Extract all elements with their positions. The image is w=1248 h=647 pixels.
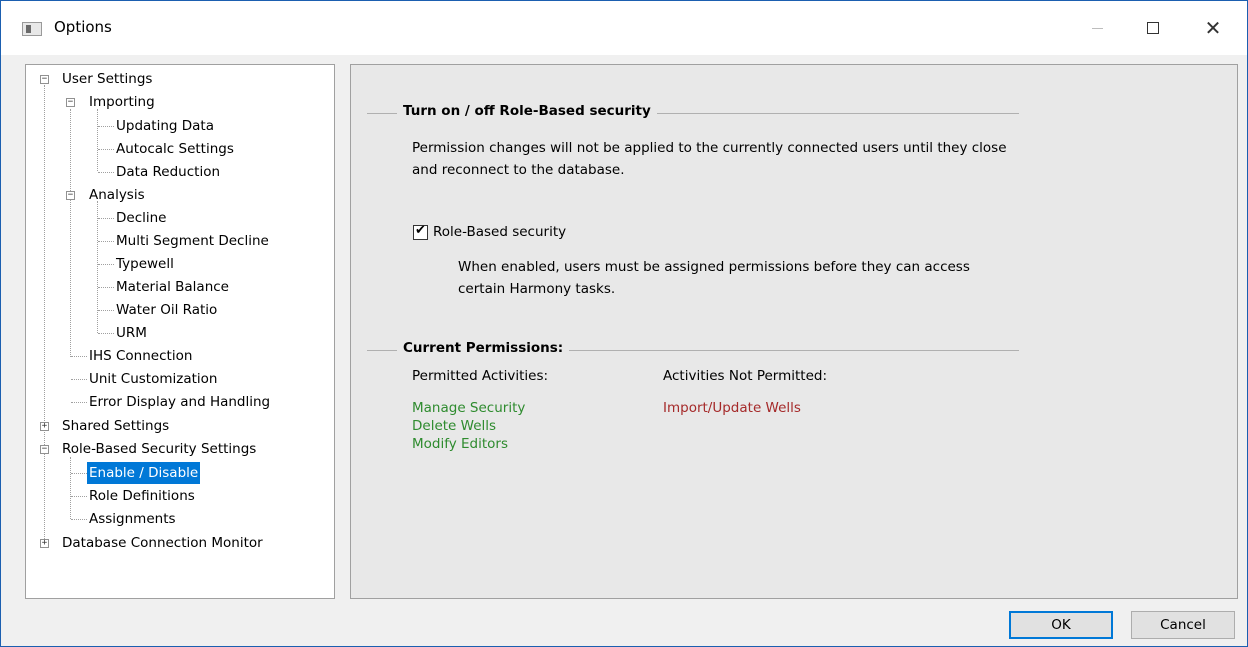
settings-tree[interactable]: − User Settings − Importing Updating Dat… xyxy=(25,64,335,599)
tree-item-decline[interactable]: Decline xyxy=(114,207,169,229)
tree-connector xyxy=(98,287,114,288)
tree-item-unit-customization[interactable]: Unit Customization xyxy=(87,368,219,390)
not-permitted-header: Activities Not Permitted: xyxy=(663,368,828,384)
tree-item-water-oil-ratio[interactable]: Water Oil Ratio xyxy=(114,299,219,321)
maximize-button[interactable] xyxy=(1123,1,1183,55)
expand-icon[interactable]: + xyxy=(40,422,49,431)
tree-connector xyxy=(98,149,114,150)
cancel-button[interactable]: Cancel xyxy=(1131,611,1235,639)
security-notice: Permission changes will not be applied t… xyxy=(412,137,1007,181)
collapse-icon[interactable]: − xyxy=(40,445,49,454)
tree-item-assignments[interactable]: Assignments xyxy=(87,508,178,530)
tree-connector xyxy=(71,402,87,403)
permitted-item: Delete Wells xyxy=(412,418,497,434)
tree-connector xyxy=(70,457,71,519)
title-bar: Options ✕ xyxy=(1,1,1247,55)
tree-item-database-connection-monitor[interactable]: + Database Connection Monitor xyxy=(38,532,265,554)
options-dialog: Options ✕ − User Settings − Importing Up… xyxy=(0,0,1248,647)
checkmark-icon: ✔ xyxy=(415,223,426,238)
tree-item-ihs-connection[interactable]: IHS Connection xyxy=(87,345,194,367)
tree-connector xyxy=(71,473,87,474)
permitted-item: Manage Security xyxy=(412,400,526,416)
settings-content: Turn on / off Role-Based security Permis… xyxy=(350,64,1238,599)
tree-item-shared-settings[interactable]: + Shared Settings xyxy=(38,415,171,437)
security-notice-line: Permission changes will not be applied t… xyxy=(412,140,1007,156)
security-notice-line: and reconnect to the database. xyxy=(412,162,625,178)
security-group-title: Turn on / off Role-Based security xyxy=(397,103,657,119)
security-description: When enabled, users must be assigned per… xyxy=(458,256,970,300)
tree-item-multi-segment-decline[interactable]: Multi Segment Decline xyxy=(114,230,271,252)
tree-item-role-based-security[interactable]: − Role-Based Security Settings xyxy=(38,438,258,460)
role-based-security-checkbox[interactable]: ✔ xyxy=(413,223,428,240)
expand-icon[interactable]: + xyxy=(40,539,49,548)
minimize-button[interactable] xyxy=(1067,1,1127,55)
tree-item-material-balance[interactable]: Material Balance xyxy=(114,276,231,298)
tree-connector xyxy=(71,496,87,497)
tree-connector xyxy=(98,264,114,265)
not-permitted-list: Import/Update Wells xyxy=(663,399,801,417)
not-permitted-item: Import/Update Wells xyxy=(663,400,801,416)
tree-connector xyxy=(98,310,114,311)
tree-connector xyxy=(71,379,87,380)
close-button[interactable]: ✕ xyxy=(1183,1,1243,55)
tree-item-autocalc-settings[interactable]: Autocalc Settings xyxy=(114,138,236,160)
maximize-icon xyxy=(1147,22,1159,34)
minimize-icon xyxy=(1091,27,1103,29)
collapse-icon[interactable]: − xyxy=(40,75,49,84)
tree-connector xyxy=(97,109,98,171)
close-icon: ✕ xyxy=(1204,16,1222,40)
tree-connector xyxy=(98,333,114,334)
permitted-header: Permitted Activities: xyxy=(412,368,549,384)
tree-item-analysis[interactable]: − Analysis xyxy=(65,184,147,206)
security-description-line: When enabled, users must be assigned per… xyxy=(458,259,970,275)
security-description-line: certain Harmony tasks. xyxy=(458,281,616,297)
collapse-icon[interactable]: − xyxy=(66,191,75,200)
permitted-item: Modify Editors xyxy=(412,436,509,452)
tree-connector xyxy=(98,218,114,219)
permissions-group-title: Current Permissions: xyxy=(397,340,570,356)
tree-connector xyxy=(98,241,114,242)
tree-item-typewell[interactable]: Typewell xyxy=(114,253,176,275)
tree-item-importing[interactable]: − Importing xyxy=(65,91,157,113)
tree-item-role-definitions[interactable]: Role Definitions xyxy=(87,485,197,507)
tree-item-user-settings[interactable]: − User Settings xyxy=(38,68,154,90)
tree-connector xyxy=(71,519,87,520)
collapse-icon[interactable]: − xyxy=(66,98,75,107)
app-icon xyxy=(22,22,42,36)
tree-connector xyxy=(98,126,114,127)
tree-connector xyxy=(44,85,45,545)
window-title: Options xyxy=(54,18,112,36)
tree-item-urm[interactable]: URM xyxy=(114,322,149,344)
tree-connector xyxy=(97,201,98,333)
tree-item-enable-disable[interactable]: Enable / Disable xyxy=(87,462,201,484)
tree-item-data-reduction[interactable]: Data Reduction xyxy=(114,161,222,183)
role-based-security-label[interactable]: Role-Based security xyxy=(433,221,566,243)
ok-button[interactable]: OK xyxy=(1009,611,1113,639)
tree-item-error-display[interactable]: Error Display and Handling xyxy=(87,391,272,413)
tree-connector xyxy=(98,172,114,173)
permitted-list: Manage Security Delete Wells Modify Edit… xyxy=(412,399,525,453)
tree-connector xyxy=(70,109,71,357)
tree-item-updating-data[interactable]: Updating Data xyxy=(114,115,216,137)
tree-connector xyxy=(71,356,87,357)
